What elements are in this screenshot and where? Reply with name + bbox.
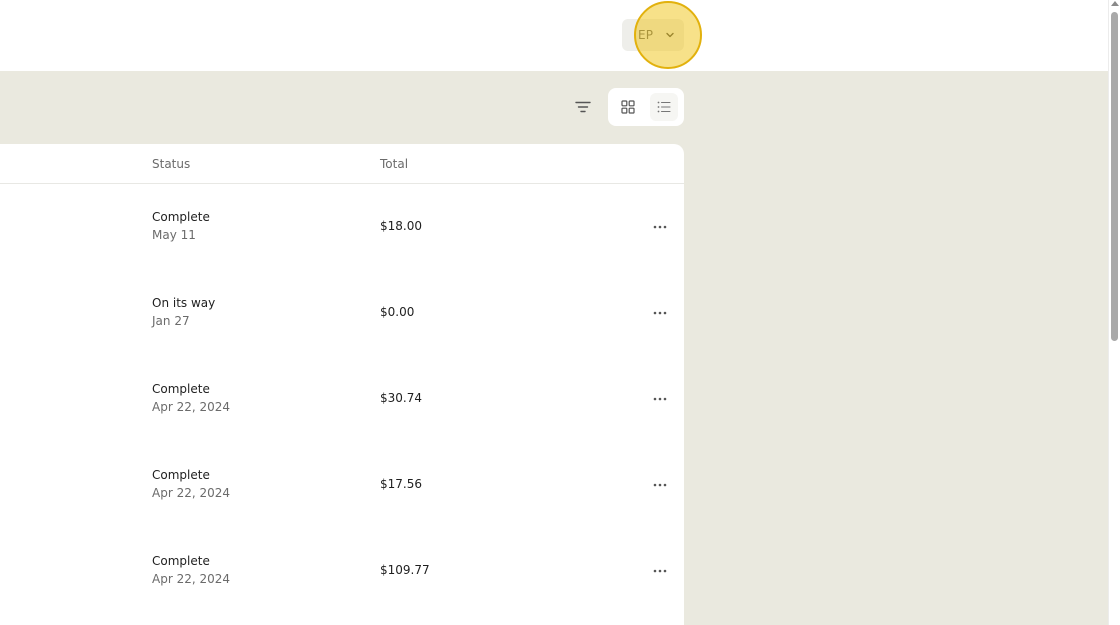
- table-row[interactable]: Complete Apr 22, 2024 $30.74: [0, 356, 684, 442]
- column-header-total: Total: [380, 157, 409, 171]
- order-status: Complete: [152, 382, 210, 396]
- order-date: Apr 22, 2024: [152, 572, 231, 586]
- grid-view-button[interactable]: [614, 93, 642, 121]
- more-horizontal-icon[interactable]: [648, 473, 672, 497]
- more-horizontal-icon[interactable]: [648, 559, 672, 583]
- view-toggle: [608, 88, 684, 126]
- order-total: $17.56: [380, 477, 422, 491]
- order-status: Complete: [152, 468, 210, 482]
- order-status: Complete: [152, 554, 210, 568]
- order-date: Apr 22, 2024: [152, 400, 231, 414]
- table-header: Status Total: [0, 144, 684, 184]
- table-row[interactable]: Complete May 11 $18.00: [0, 184, 684, 270]
- filter-icon: [575, 101, 591, 113]
- column-header-status: Status: [152, 157, 191, 171]
- order-total: $30.74: [380, 391, 422, 405]
- order-date: Jan 27: [152, 314, 190, 328]
- more-horizontal-icon[interactable]: [648, 387, 672, 411]
- chevron-down-icon: [665, 30, 675, 40]
- orders-table: Status Total Complete May 11 $18.00 On i…: [0, 144, 684, 625]
- order-date: May 11: [152, 228, 196, 242]
- table-row[interactable]: On its way Jan 27 $0.00: [0, 270, 684, 356]
- order-total: $109.77: [380, 563, 430, 577]
- top-header: EP: [0, 0, 1108, 71]
- order-status: On its way: [152, 296, 216, 310]
- scroll-up-icon[interactable]: [1111, 1, 1119, 6]
- filter-button[interactable]: [571, 95, 595, 119]
- more-horizontal-icon[interactable]: [648, 215, 672, 239]
- grid-view-icon: [621, 100, 635, 114]
- vertical-scrollbar[interactable]: [1108, 0, 1120, 625]
- table-row[interactable]: Complete Apr 22, 2024 $109.77: [0, 528, 684, 614]
- list-view-button[interactable]: [650, 93, 678, 121]
- order-total: $18.00: [380, 219, 422, 233]
- scrollbar-thumb[interactable]: [1111, 12, 1118, 341]
- account-menu-button[interactable]: EP: [622, 19, 684, 51]
- order-total: $0.00: [380, 305, 415, 319]
- order-date: Apr 22, 2024: [152, 486, 231, 500]
- list-view-icon: [657, 101, 671, 113]
- more-horizontal-icon[interactable]: [648, 301, 672, 325]
- account-initials: EP: [638, 28, 654, 42]
- order-status: Complete: [152, 210, 210, 224]
- table-row[interactable]: Complete Apr 22, 2024 $17.56: [0, 442, 684, 528]
- main-content: Status Total Complete May 11 $18.00 On i…: [0, 71, 1108, 625]
